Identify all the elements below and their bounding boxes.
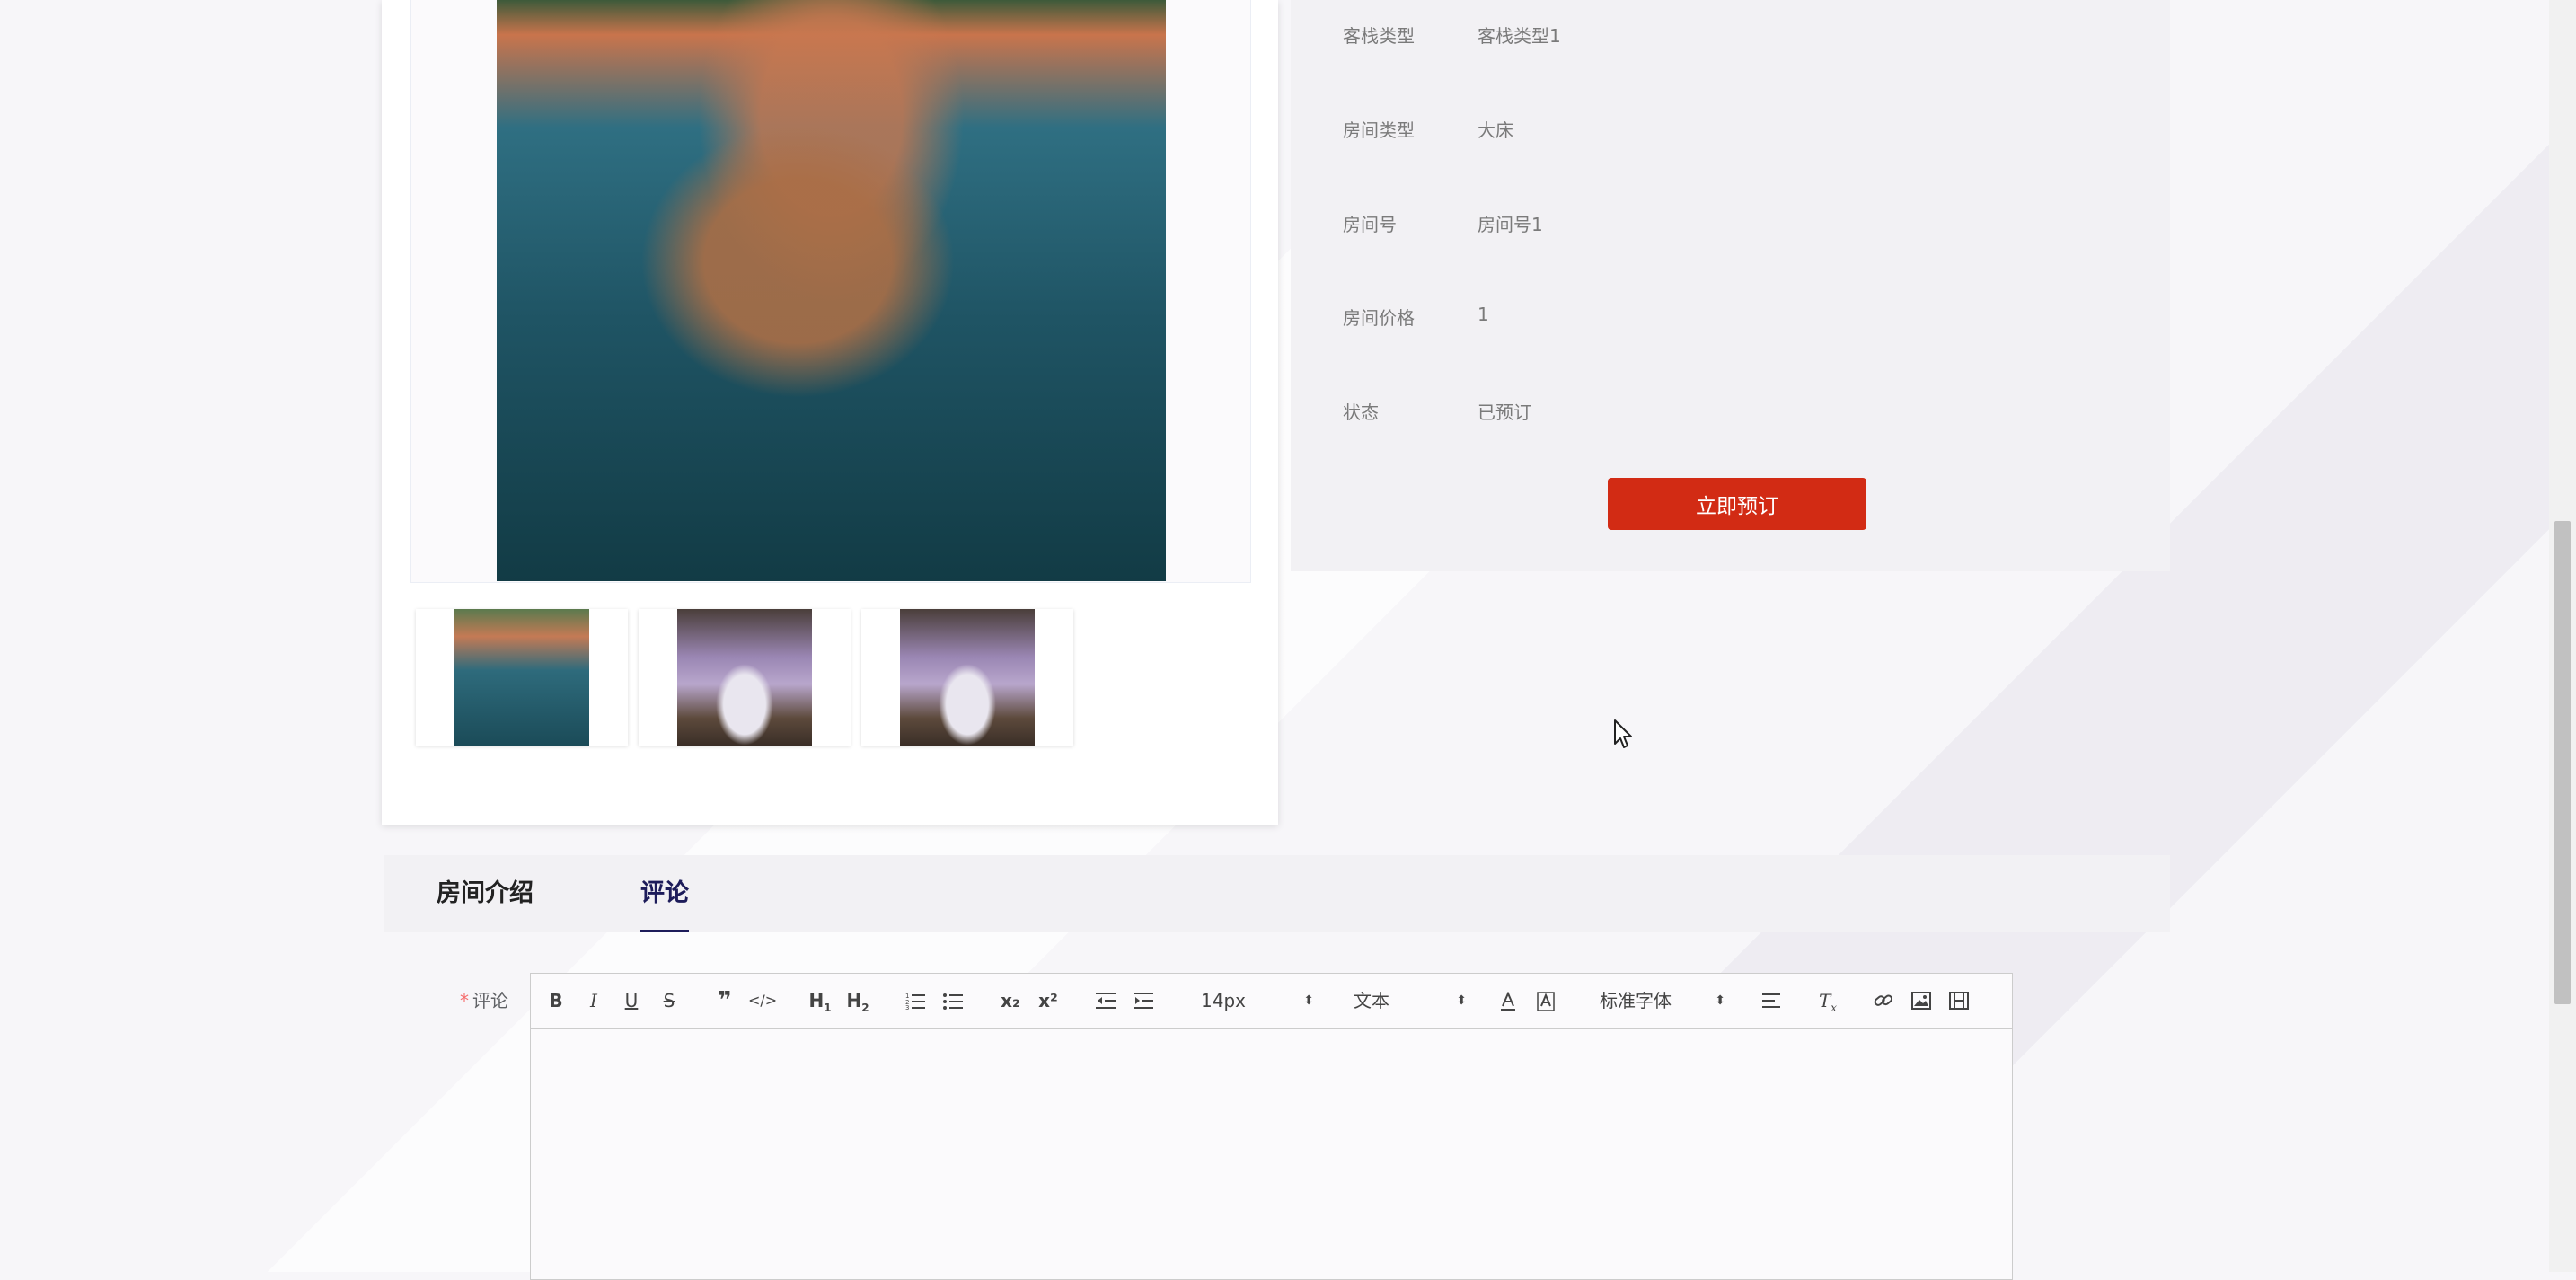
thumbnail-3[interactable] xyxy=(861,609,1073,746)
background-color-icon[interactable] xyxy=(1531,986,1560,1015)
ordered-list-icon[interactable]: 123 xyxy=(901,986,930,1015)
clear-format-icon[interactable]: Tx xyxy=(1813,986,1842,1015)
header-select-value: 文本 xyxy=(1354,990,1389,1011)
editor-toolbar: B I U S ❞ </> H1 H2 123 x₂ x² 14px ⬍ 文本 … xyxy=(531,974,2012,1029)
thumbnail-2[interactable] xyxy=(639,609,851,746)
scrollbar-thumb[interactable] xyxy=(2554,521,2571,1004)
comment-label-text: 评论 xyxy=(472,990,508,1011)
thumbnail-image-resort xyxy=(454,609,589,746)
info-label: 房间类型 xyxy=(1343,119,1415,141)
svg-text:3: 3 xyxy=(905,1004,909,1010)
font-size-value: 14px xyxy=(1201,990,1246,1011)
info-label: 状态 xyxy=(1343,402,1379,423)
image-icon[interactable] xyxy=(1907,986,1936,1015)
thumbnail-1[interactable] xyxy=(416,609,628,746)
superscript-icon[interactable]: x² xyxy=(1034,986,1063,1015)
comment-textarea[interactable] xyxy=(531,1029,2012,1279)
font-color-icon[interactable] xyxy=(1494,986,1522,1015)
font-size-select[interactable]: 14px ⬍ xyxy=(1201,986,1314,1015)
select-arrows-icon: ⬍ xyxy=(1715,993,1725,1008)
select-arrows-icon: ⬍ xyxy=(1456,993,1467,1008)
info-label: 房间号 xyxy=(1343,214,1397,235)
outdent-icon[interactable] xyxy=(1091,986,1120,1015)
header1-icon[interactable]: H1 xyxy=(806,986,834,1015)
room-info-panel: 客栈类型 客栈类型1 房间类型 大床 房间号 房间号1 房间价格 1 状态 已预… xyxy=(1291,0,2170,571)
info-label: 房间价格 xyxy=(1343,307,1415,329)
info-value: 客栈类型1 xyxy=(1478,25,1561,47)
code-block-icon[interactable]: </> xyxy=(748,986,777,1015)
mouse-cursor-icon xyxy=(1614,719,1632,748)
align-icon[interactable] xyxy=(1758,986,1786,1015)
video-icon[interactable] xyxy=(1945,986,1973,1015)
comment-field-label: * 评论 xyxy=(460,986,508,1012)
info-value: 1 xyxy=(1478,304,1489,325)
font-family-value: 标准字体 xyxy=(1600,990,1672,1011)
subscript-icon[interactable]: x₂ xyxy=(996,986,1025,1015)
header-select[interactable]: 文本 ⬍ xyxy=(1354,986,1467,1015)
indent-icon[interactable] xyxy=(1129,986,1158,1015)
underline-icon[interactable]: U xyxy=(617,986,646,1015)
info-value: 房间号1 xyxy=(1478,214,1543,235)
thumbnail-image-bed xyxy=(677,609,812,746)
info-label: 客栈类型 xyxy=(1343,25,1415,47)
link-icon[interactable] xyxy=(1869,986,1898,1015)
info-value: 大床 xyxy=(1478,119,1513,141)
tab-room-intro[interactable]: 房间介绍 xyxy=(437,855,534,932)
italic-icon[interactable]: I xyxy=(579,986,608,1015)
font-family-select[interactable]: 标准字体 ⬍ xyxy=(1600,986,1725,1015)
main-image-frame xyxy=(410,0,1251,583)
tabs-bar: 房间介绍 评论 xyxy=(384,855,2170,932)
required-mark: * xyxy=(460,990,469,1011)
rich-text-editor: B I U S ❞ </> H1 H2 123 x₂ x² 14px ⬍ 文本 … xyxy=(530,973,2013,1280)
header2-icon[interactable]: H2 xyxy=(843,986,872,1015)
bullet-list-icon[interactable] xyxy=(939,986,967,1015)
bold-icon[interactable]: B xyxy=(542,986,570,1015)
info-value: 已预订 xyxy=(1478,402,1531,423)
strikethrough-icon[interactable]: S xyxy=(655,986,684,1015)
room-gallery-card xyxy=(382,0,1278,825)
thumbnail-image-bed xyxy=(900,609,1035,746)
select-arrows-icon: ⬍ xyxy=(1303,993,1314,1008)
page-scrollbar[interactable] xyxy=(2549,0,2576,1272)
blockquote-icon[interactable]: ❞ xyxy=(710,986,739,1015)
main-room-photo xyxy=(497,0,1166,581)
book-now-button[interactable]: 立即预订 xyxy=(1608,478,1866,530)
tab-comments[interactable]: 评论 xyxy=(640,855,689,932)
